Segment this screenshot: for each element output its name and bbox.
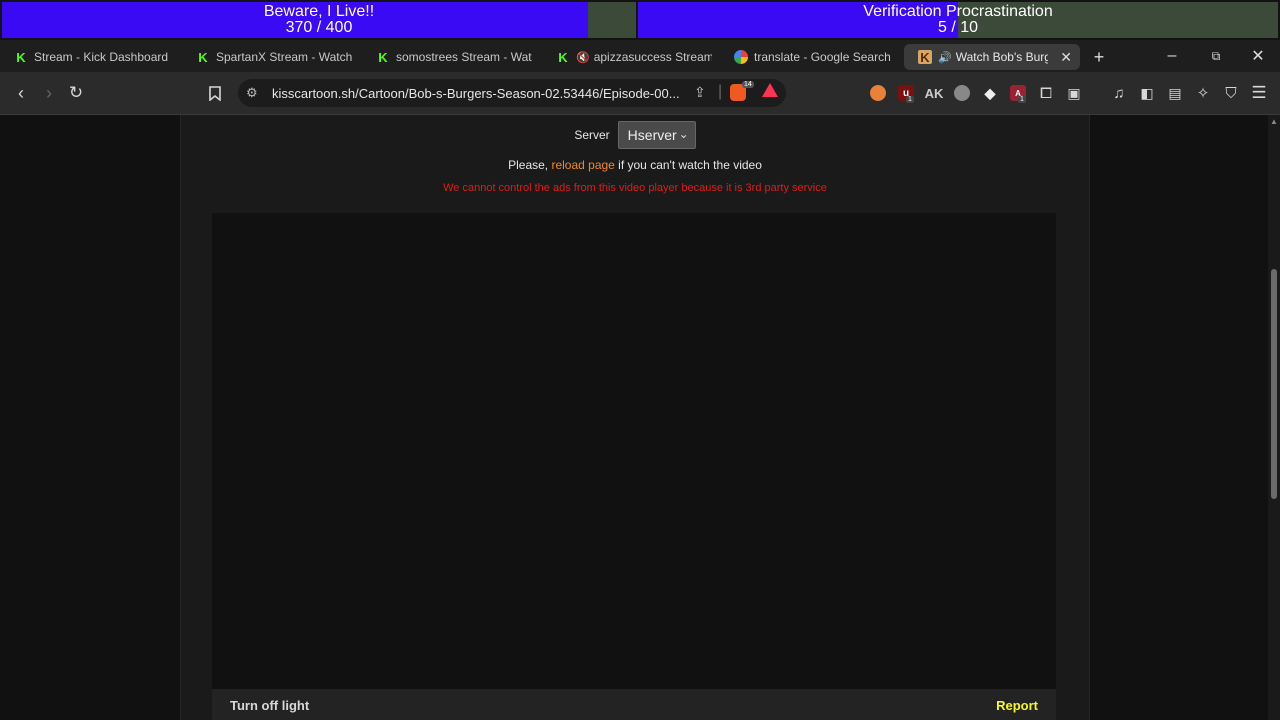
plus-icon: + — [1093, 46, 1105, 67]
stream-goals-overlay: Beware, I Live!! 370 / 400 Verification … — [0, 0, 1280, 40]
tab-spartanx-stream[interactable]: K SpartanX Stream - Watch Live — [182, 44, 352, 70]
close-window-button[interactable]: ✕ — [1244, 40, 1272, 72]
reload-page-link[interactable]: reload page — [551, 158, 614, 172]
browser-toolbar: ‹ › ↻ ⚙ kisscartoon.sh/Cartoon/Bob-s-Bur… — [0, 72, 1280, 115]
goal-title: Beware, I Live!! — [263, 3, 375, 20]
kick-logo-icon: K — [378, 49, 388, 65]
web-page: Server Hserver ⌄ Please, reload page if … — [0, 115, 1268, 720]
ublock-badge: 1 — [906, 96, 914, 103]
sidebar-button[interactable]: ◧ — [1136, 72, 1158, 114]
arrow-right-icon: › — [46, 82, 52, 103]
tab-somostrees-stream[interactable]: K somostrees Stream - Watch — [362, 44, 532, 70]
diamond-extension-icon[interactable]: ◆ — [982, 85, 998, 101]
sidebar-icon: ◧ — [1140, 84, 1154, 101]
minimize-icon: – — [1167, 47, 1177, 64]
minimize-button[interactable]: – — [1158, 40, 1186, 72]
reload-button[interactable]: ↻ — [62, 72, 90, 114]
server-selected-value: Hserver — [627, 127, 677, 143]
bookmark-icon — [209, 85, 221, 101]
close-icon: ✕ — [1251, 48, 1265, 65]
tab-label: Stream - Kick Dashboard — [34, 50, 169, 64]
server-selector-row: Server Hserver ⌄ — [181, 121, 1089, 149]
scroll-up-icon[interactable]: ▲ — [1268, 117, 1280, 126]
tab-label: translate - Google Search — [754, 50, 891, 64]
player-bottom-bar: Turn off light Report — [212, 689, 1056, 720]
brave-shields-badge: 14 — [742, 81, 754, 88]
bookmark-button[interactable] — [202, 72, 228, 114]
restore-button[interactable]: ⧉ — [1202, 40, 1230, 72]
extensions-button[interactable]: ⧠ — [1036, 72, 1056, 114]
music-note-icon: ♫ — [1113, 84, 1125, 102]
new-tab-button[interactable]: + — [1086, 44, 1112, 70]
screenshot-icon: ▣ — [1067, 84, 1081, 101]
vpn-button[interactable]: ⛉ — [1220, 72, 1242, 114]
ak-extension-icon[interactable]: AK — [925, 85, 944, 101]
goal-progress-text: 5 / 10 — [937, 19, 979, 36]
close-tab-icon[interactable]: ✕ — [1060, 49, 1072, 66]
forward-button[interactable]: › — [36, 72, 62, 114]
kick-logo-icon: K — [198, 49, 208, 65]
wallet-button[interactable]: ▤ — [1164, 72, 1186, 114]
content-panel: Server Hserver ⌄ Please, reload page if … — [180, 115, 1090, 720]
goal-bar-1: Beware, I Live!! 370 / 400 — [2, 2, 636, 38]
arrow-left-icon: ‹ — [18, 82, 24, 103]
hamburger-menu-icon: ☰ — [1251, 83, 1267, 102]
share-icon[interactable]: ⇪ — [694, 84, 706, 101]
extension-badge: 1 — [1018, 96, 1026, 103]
turn-off-light-button[interactable]: Turn off light — [230, 698, 309, 713]
browser-tab-bar: K Stream - Kick Dashboard K SpartanX Str… — [0, 40, 1280, 72]
restore-icon: ⧉ — [1211, 48, 1221, 63]
tab-label: Watch Bob's Burgers — [955, 50, 1048, 64]
server-select[interactable]: Hserver ⌄ — [617, 121, 696, 149]
tab-label: somostrees Stream - Watch — [396, 50, 532, 64]
wallet-icon: ▤ — [1168, 84, 1182, 101]
back-button[interactable]: ‹ — [8, 72, 34, 114]
sparkle-icon: ✧ — [1196, 85, 1210, 102]
video-player[interactable] — [212, 213, 1056, 689]
tab-label: apizzasuccess Stream - — [593, 50, 712, 64]
puzzle-icon: ⧠ — [1039, 84, 1052, 102]
kisscartoon-icon: K — [918, 50, 932, 65]
goal-progress-text: 370 / 400 — [285, 19, 353, 36]
address-bar[interactable]: ⚙ kisscartoon.sh/Cartoon/Bob-s-Burgers-S… — [238, 79, 786, 107]
kick-logo-icon: K — [558, 49, 568, 65]
leo-ai-button[interactable]: ✧ — [1192, 72, 1214, 114]
brave-rewards-icon[interactable] — [762, 83, 778, 97]
reload-icon: ↻ — [68, 83, 84, 102]
ads-warning: We cannot control the ads from this vide… — [443, 182, 827, 194]
shield-icon: ⛉ — [1225, 84, 1237, 102]
extension-icon[interactable] — [870, 85, 886, 101]
kick-logo-icon: K — [16, 49, 26, 65]
tab-label: SpartanX Stream - Watch Live — [216, 50, 352, 64]
tab-watch-bobs-burgers[interactable]: K 🔊 Watch Bob's Burgers ✕ — [904, 44, 1080, 70]
speaker-icon[interactable]: 🔊 — [938, 51, 952, 64]
report-button[interactable]: Report — [996, 698, 1038, 713]
tab-apizzasuccess-stream[interactable]: K 🔇 apizzasuccess Stream - — [542, 44, 712, 70]
tab-google-search[interactable]: translate - Google Search — [720, 44, 896, 70]
extension-circle-icon[interactable] — [954, 85, 970, 101]
google-icon — [734, 50, 748, 64]
scrollbar-thumb[interactable] — [1271, 269, 1277, 499]
url-text: kisscartoon.sh/Cartoon/Bob-s-Burgers-Sea… — [272, 85, 680, 101]
goal-title: Verification Procrastination — [863, 3, 1053, 20]
muted-speaker-icon[interactable]: 🔇 — [576, 51, 590, 64]
goal-bar-2: Verification Procrastination 5 / 10 — [638, 2, 1278, 38]
media-button[interactable]: ♫ — [1108, 72, 1130, 114]
menu-button[interactable]: ☰ — [1248, 72, 1270, 114]
server-label: Server — [574, 128, 610, 142]
chevron-down-icon: ⌄ — [678, 127, 689, 141]
screenshot-button[interactable]: ▣ — [1064, 72, 1084, 114]
site-info-icon[interactable]: ⚙ — [246, 85, 258, 101]
page-scrollbar[interactable]: ▲ — [1268, 115, 1280, 720]
tab-kick-dashboard[interactable]: K Stream - Kick Dashboard — [0, 44, 176, 70]
reload-note: Please, reload page if you can't watch t… — [508, 158, 762, 172]
